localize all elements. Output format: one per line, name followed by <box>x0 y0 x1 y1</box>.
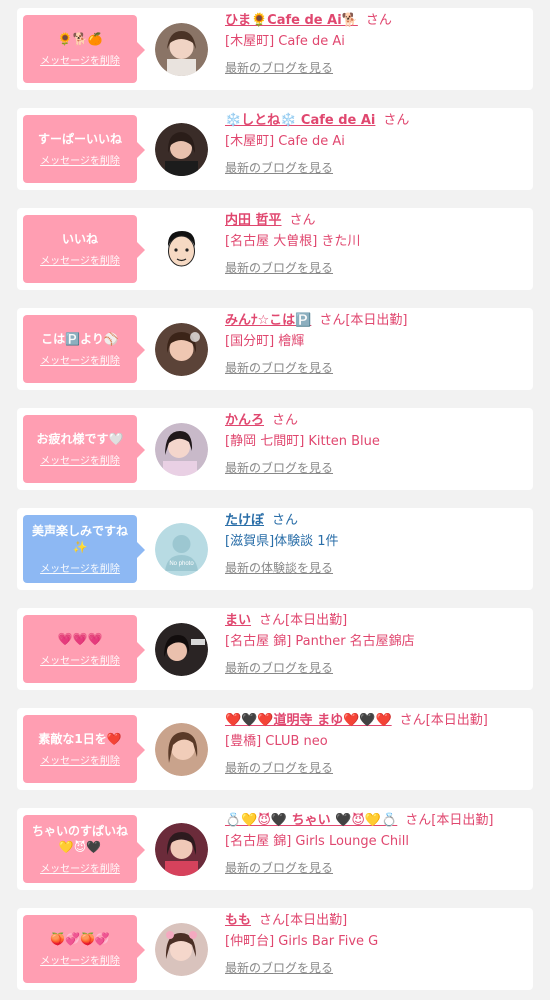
user-name-link[interactable]: 💍💛😈🖤 ちゃい 🖤😈💛💍 <box>225 813 397 828</box>
message-bubble: いいね メッセージを削除 <box>23 215 145 283</box>
location-text: [名古屋 錦] Girls Lounge Chill <box>225 834 409 849</box>
honorific: さん <box>365 13 392 28</box>
latest-blog-link[interactable]: 最新のブログを見る <box>225 659 525 677</box>
list-item: こは🅿️より⚾ メッセージを削除 みんﾅ☆こは🅿️ さん[本日出勤] [国分町] … <box>17 308 533 390</box>
avatar[interactable] <box>155 823 208 876</box>
message-text: お疲れ様です🤍 <box>36 432 124 446</box>
message-text: いいね <box>61 232 98 246</box>
honorific: さん <box>399 713 426 728</box>
message-bubble: こは🅿️より⚾ メッセージを削除 <box>23 315 145 383</box>
delete-message-link[interactable]: メッセージを削除 <box>40 560 120 575</box>
latest-blog-link[interactable]: 最新のブログを見る <box>225 459 525 477</box>
message-bubble: 💗💗💗 メッセージを削除 <box>23 615 145 683</box>
user-name-link[interactable]: みんﾅ☆こは🅿️ <box>225 313 311 328</box>
location-text: [静岡 七間町] Kitten Blue <box>225 434 380 449</box>
user-name-link[interactable]: ❄️しとね❄️ Cafe de Ai <box>225 113 375 128</box>
message-bubble: 🍑💞🍑💞 メッセージを削除 <box>23 915 145 983</box>
list-item: 💗💗💗 メッセージを削除 まい さん[本日出勤] [名古屋 錦] Panther … <box>17 608 533 690</box>
location-text: [名古屋 錦] Panther 名古屋錦店 <box>225 634 415 649</box>
honorific: さん <box>289 213 316 228</box>
honorific: さん <box>383 113 410 128</box>
status-badge: [本日出勤] <box>285 913 348 928</box>
message-text: こは🅿️より⚾ <box>41 332 119 346</box>
user-name-link[interactable]: たけぼ <box>225 513 264 528</box>
message-text: 素敵な1日を❤️ <box>38 732 122 746</box>
message-list: 🌻🐕🍊 メッセージを削除 ひま🌻Cafe de Ai🐕 さん [木屋町] Cafe… <box>0 0 550 1000</box>
no-photo-label: No photo <box>169 561 194 567</box>
location-text: [国分町] 檜輝 <box>225 334 305 349</box>
delete-message-link[interactable]: メッセージを削除 <box>40 52 120 67</box>
delete-message-link[interactable]: メッセージを削除 <box>40 860 120 875</box>
avatar[interactable] <box>155 723 208 776</box>
delete-message-link[interactable]: メッセージを削除 <box>40 152 120 167</box>
list-item: いいね メッセージを削除 内田 哲平 さん [名古屋 大曽根] きた川 最新のブロ… <box>17 208 533 290</box>
honorific: さん <box>259 913 286 928</box>
avatar[interactable] <box>155 323 208 376</box>
latest-blog-link[interactable]: 最新のブログを見る <box>225 59 525 77</box>
user-name-link[interactable]: もも <box>225 913 251 928</box>
location-text: [名古屋 大曽根] きた川 <box>225 234 361 249</box>
latest-review-link[interactable]: 最新の体験談を見る <box>225 559 525 577</box>
avatar[interactable] <box>155 223 208 276</box>
list-item: すーぱーいいね メッセージを削除 ❄️しとね❄️ Cafe de Ai さん [木… <box>17 108 533 190</box>
delete-message-link[interactable]: メッセージを削除 <box>40 352 120 367</box>
user-name-link[interactable]: ひま🌻Cafe de Ai🐕 <box>225 13 358 28</box>
latest-blog-link[interactable]: 最新のブログを見る <box>225 259 525 277</box>
list-item: 美声楽しみですね✨ メッセージを削除 No photo たけぼ さん [滋賀県]体… <box>17 508 533 590</box>
latest-blog-link[interactable]: 最新のブログを見る <box>225 859 525 877</box>
avatar[interactable] <box>155 923 208 976</box>
latest-blog-link[interactable]: 最新のブログを見る <box>225 359 525 377</box>
message-text: 🌻🐕🍊 <box>57 32 103 46</box>
user-name-link[interactable]: かんろ <box>225 413 264 428</box>
avatar[interactable] <box>155 23 208 76</box>
status-badge: [本日出勤] <box>345 313 408 328</box>
honorific: さん <box>319 313 346 328</box>
honorific: さん <box>405 813 432 828</box>
latest-blog-link[interactable]: 最新のブログを見る <box>225 159 525 177</box>
location-text: [仲町台] Girls Bar Five G <box>225 934 379 949</box>
delete-message-link[interactable]: メッセージを削除 <box>40 252 120 267</box>
avatar[interactable]: No photo <box>155 523 208 576</box>
list-item: 🌻🐕🍊 メッセージを削除 ひま🌻Cafe de Ai🐕 さん [木屋町] Cafe… <box>17 8 533 90</box>
list-item: お疲れ様です🤍 メッセージを削除 かんろ さん [静岡 七間町] Kitten B… <box>17 408 533 490</box>
user-name-link[interactable]: 内田 哲平 <box>225 213 282 228</box>
message-text: 🍑💞🍑💞 <box>50 932 110 946</box>
avatar[interactable] <box>155 423 208 476</box>
status-badge: [本日出勤] <box>431 813 494 828</box>
message-bubble: ちゃいのすぱいね💛😈🖤 メッセージを削除 <box>23 815 145 883</box>
status-badge: [本日出勤] <box>285 613 348 628</box>
location-text: [滋賀県]体験談 1件 <box>225 534 339 549</box>
honorific: さん <box>259 613 286 628</box>
location-text: [木屋町] Cafe de Ai <box>225 134 345 149</box>
delete-message-link[interactable]: メッセージを削除 <box>40 652 120 667</box>
avatar[interactable] <box>155 623 208 676</box>
list-item: 🍑💞🍑💞 メッセージを削除 もも さん[本日出勤] [仲町台] Girls Bar… <box>17 908 533 990</box>
message-text: ちゃいのすぱいね💛😈🖤 <box>31 824 128 854</box>
user-name-link[interactable]: ❤️🖤❤️道明寺 まゆ❤️🖤❤️ <box>225 713 392 728</box>
list-item: ちゃいのすぱいね💛😈🖤 メッセージを削除 💍💛😈🖤 ちゃい 🖤😈💛💍 さん[本日出… <box>17 808 533 890</box>
honorific: さん <box>272 413 299 428</box>
delete-message-link[interactable]: メッセージを削除 <box>40 752 120 767</box>
message-text: すーぱーいいね <box>37 132 122 146</box>
location-text: [木屋町] Cafe de Ai <box>225 34 345 49</box>
message-text: 💗💗💗 <box>57 632 103 646</box>
message-bubble: お疲れ様です🤍 メッセージを削除 <box>23 415 145 483</box>
location-text: [豊橋] CLUB neo <box>225 734 328 749</box>
message-bubble: 美声楽しみですね✨ メッセージを削除 <box>23 515 145 583</box>
delete-message-link[interactable]: メッセージを削除 <box>40 452 120 467</box>
message-bubble: 🌻🐕🍊 メッセージを削除 <box>23 15 145 83</box>
user-name-link[interactable]: まい <box>225 613 251 628</box>
message-text: 美声楽しみですね✨ <box>31 524 128 554</box>
honorific: さん <box>272 513 299 528</box>
list-item: 素敵な1日を❤️ メッセージを削除 ❤️🖤❤️道明寺 まゆ❤️🖤❤️ さん[本日出… <box>17 708 533 790</box>
delete-message-link[interactable]: メッセージを削除 <box>40 952 120 967</box>
latest-blog-link[interactable]: 最新のブログを見る <box>225 759 525 777</box>
message-bubble: 素敵な1日を❤️ メッセージを削除 <box>23 715 145 783</box>
status-badge: [本日出勤] <box>425 713 488 728</box>
avatar[interactable] <box>155 123 208 176</box>
latest-blog-link[interactable]: 最新のブログを見る <box>225 959 525 977</box>
message-bubble: すーぱーいいね メッセージを削除 <box>23 115 145 183</box>
